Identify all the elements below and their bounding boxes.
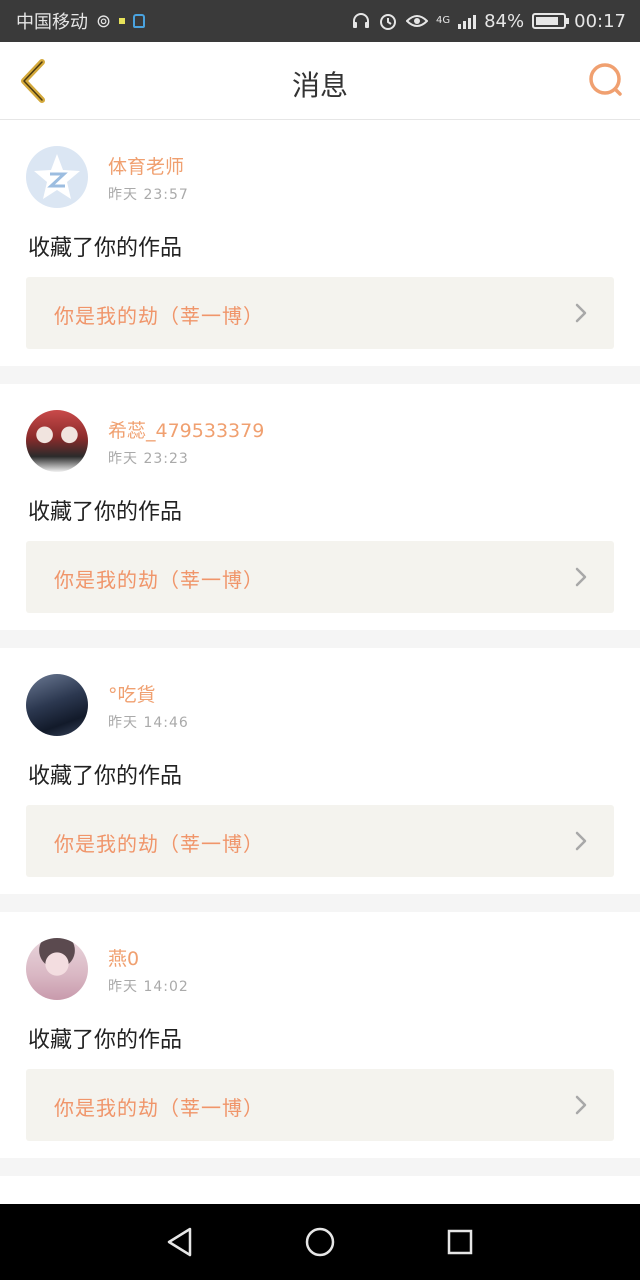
status-left: 中国移动 ⊚ (16, 8, 146, 34)
chevron-right-icon (575, 831, 587, 851)
system-navigation-bar (0, 1204, 640, 1280)
status-bar: 中国移动 ⊚ 4G 84% 00:17 (0, 0, 640, 42)
headphones-icon (352, 13, 369, 28)
action-text: 收藏了你的作品 (28, 764, 183, 789)
sync-icon: ⊚ (96, 10, 112, 32)
page-title: 消息 (291, 69, 348, 102)
triangle-back-icon (167, 1227, 192, 1257)
eye-icon (405, 15, 428, 27)
signal-icon (458, 13, 477, 29)
avatar[interactable] (26, 146, 88, 208)
notification-dot-icon (119, 18, 126, 24)
notification-card: 燕0 昨天 14:02 收藏了你的作品 你是我的劫（莘一博） (0, 912, 640, 1158)
chevron-right-icon (575, 567, 587, 587)
nav-back-button[interactable] (150, 1212, 210, 1272)
nav-home-button[interactable] (290, 1212, 350, 1272)
work-title: 你是我的劫（莘一博） (54, 1096, 264, 1120)
work-link[interactable]: 你是我的劫（莘一博） (26, 541, 614, 613)
notification-card: 希蕊_479533379 昨天 23:23 收藏了你的作品 你是我的劫（莘一博） (0, 384, 640, 630)
work-link[interactable]: 你是我的劫（莘一博） (26, 1069, 614, 1141)
avatar[interactable] (26, 938, 88, 1000)
work-title: 你是我的劫（莘一博） (54, 832, 264, 856)
chevron-right-icon (575, 303, 587, 323)
action-text: 收藏了你的作品 (28, 236, 183, 261)
battery-icon (532, 13, 570, 29)
alarm-icon (379, 14, 396, 30)
timestamp: 昨天 14:46 (108, 715, 189, 731)
nav-recents-button[interactable] (430, 1212, 490, 1272)
qq-logo-icon (34, 154, 80, 199)
notification-card: °吃貨 昨天 14:46 收藏了你的作品 你是我的劫（莘一博） (0, 648, 640, 894)
top-nav: 消息 (0, 42, 640, 120)
square-recents-icon (447, 1229, 473, 1255)
chevron-right-icon (575, 1095, 587, 1115)
work-title: 你是我的劫（莘一博） (54, 568, 264, 592)
username[interactable]: 希蕊_479533379 (108, 416, 264, 443)
action-text: 收藏了你的作品 (28, 1028, 183, 1053)
username[interactable]: °吃貨 (108, 680, 156, 707)
action-text: 收藏了你的作品 (28, 500, 183, 525)
search-button[interactable] (586, 60, 626, 100)
avatar[interactable] (26, 410, 88, 472)
search-icon (589, 63, 622, 96)
work-title: 你是我的劫（莘一博） (54, 304, 264, 328)
carrier-name: 中国移动 (16, 12, 88, 33)
timestamp: 昨天 23:23 (108, 451, 189, 467)
battery-percent: 84% (484, 10, 525, 32)
vpn-lock-icon (133, 14, 146, 28)
work-link[interactable]: 你是我的劫（莘一博） (26, 277, 614, 349)
clock: 00:17 (574, 10, 626, 32)
status-right: 4G 84% 00:17 (352, 11, 626, 32)
timestamp: 昨天 23:57 (108, 187, 189, 203)
network-type: 4G (435, 15, 451, 26)
avatar[interactable] (26, 674, 88, 736)
username[interactable]: 燕0 (108, 944, 139, 971)
notification-card: 体育老师 昨天 23:57 收藏了你的作品 你是我的劫（莘一博） (0, 120, 640, 366)
timestamp: 昨天 14:02 (108, 979, 189, 995)
work-link[interactable]: 你是我的劫（莘一博） (26, 805, 614, 877)
notification-list: 体育老师 昨天 23:57 收藏了你的作品 你是我的劫（莘一博） 希蕊_4795… (0, 120, 640, 1236)
circle-home-icon (305, 1227, 335, 1257)
username[interactable]: 体育老师 (108, 152, 184, 179)
